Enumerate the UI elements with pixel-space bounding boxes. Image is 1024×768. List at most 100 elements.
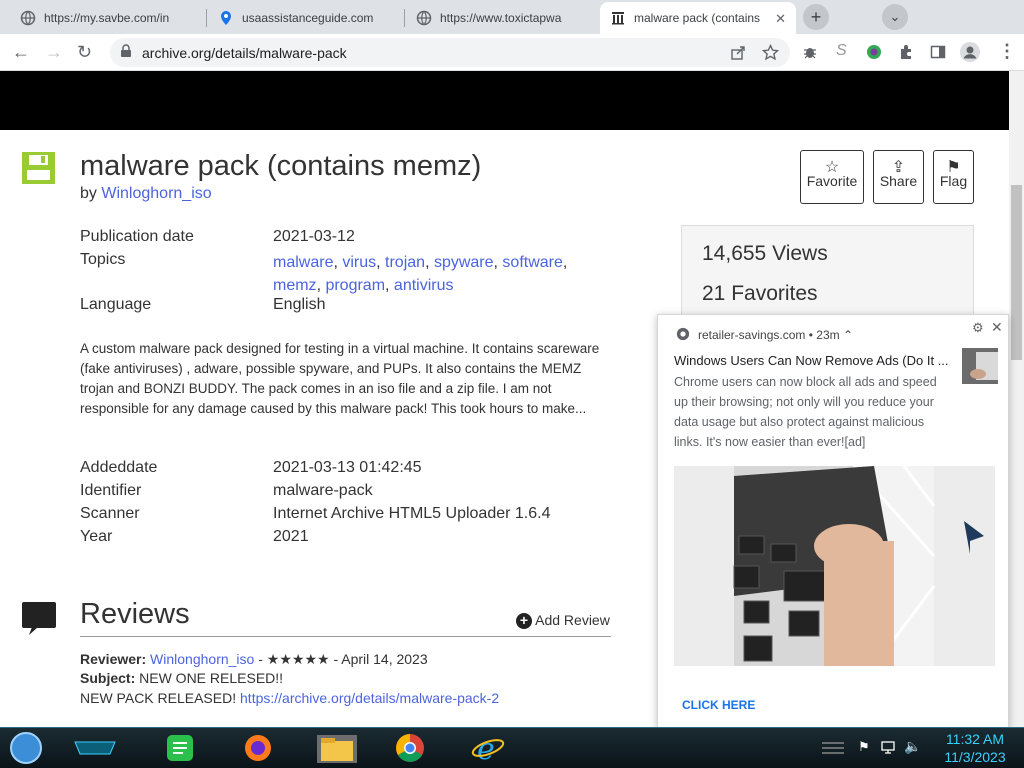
lock-icon [121, 44, 131, 57]
browser-toolbar: ← → ↻ archive.org/details/malware-pack S… [0, 34, 1024, 71]
review-date: - April 14, 2023 [333, 651, 428, 667]
topic-link[interactable]: software [502, 254, 562, 271]
os-taskbar: e ⚑ 🔈 11:32 AM 11/3/2023 [0, 727, 1024, 768]
language-link[interactable]: English [273, 296, 325, 314]
close-icon[interactable]: ✕ [991, 319, 1003, 336]
forward-arrow-icon[interactable]: → [45, 42, 63, 63]
notes-app-icon[interactable] [162, 731, 198, 765]
author-link[interactable]: Winloghorn_iso [101, 185, 211, 202]
language-label: Language [80, 296, 152, 313]
reviews-divider [80, 636, 611, 637]
topic-link[interactable]: spyware [434, 254, 494, 271]
file-explorer-icon[interactable] [315, 731, 359, 765]
push-notification[interactable]: retailer-savings.com • 23m ⌃ ⚙ ✕ Windows… [657, 314, 1009, 728]
identifier-label: Identifier [80, 482, 142, 499]
topic-link[interactable]: trojan [385, 254, 425, 271]
svg-text:e: e [477, 732, 495, 765]
network-icon[interactable] [880, 739, 896, 755]
bug-extension-icon[interactable] [802, 44, 818, 60]
identifier-value: malware-pack [273, 482, 373, 499]
tab-strip: https://my.savbe.com/in usaassistancegui… [0, 0, 1024, 34]
topic-link[interactable]: memz [273, 277, 317, 294]
internet-explorer-icon[interactable]: e [470, 731, 506, 765]
tab-title: malware pack (contains m [634, 11, 764, 25]
review-link[interactable]: https://archive.org/details/malware-pack… [240, 690, 499, 706]
review-subject: NEW ONE RELESED!! [139, 670, 284, 686]
notification-image [674, 466, 995, 666]
menu-dots-icon[interactable]: ⋮ [998, 41, 1016, 61]
side-panel-icon[interactable] [930, 44, 946, 60]
archive-icon [612, 12, 624, 25]
topic-link[interactable]: malware [273, 254, 333, 271]
puzzle-extensions-icon[interactable] [898, 44, 914, 60]
green-globe-extension-icon[interactable] [866, 44, 882, 60]
reload-icon[interactable]: ↻ [77, 42, 92, 63]
reviewer-label: Reviewer: [80, 651, 147, 667]
tab-3[interactable]: https://www.toxictapwa [406, 2, 602, 34]
scrollbar-track[interactable] [1009, 71, 1024, 727]
s-extension-icon[interactable]: S [836, 42, 852, 59]
tab-title: usaassistanceguide.com [242, 11, 374, 25]
tab-divider [206, 9, 207, 27]
by-prefix: by [80, 185, 97, 202]
review-body: NEW PACK RELEASED! https://archive.org/d… [80, 690, 499, 706]
reviews-speech-bubble-icon [22, 602, 56, 635]
pubdate-link[interactable]: 2021-03-12 [273, 228, 355, 246]
gear-icon[interactable]: ⚙ [972, 320, 984, 336]
byline: by Winloghorn_iso [80, 185, 212, 203]
favorite-button[interactable]: ☆ Favorite [800, 150, 864, 204]
add-review-label: Add Review [535, 612, 610, 628]
volume-icon[interactable]: 🔈 [904, 738, 921, 755]
tab-divider [404, 9, 405, 27]
flag-label: Flag [939, 173, 968, 189]
favorite-label: Favorite [806, 173, 858, 189]
year-link[interactable]: 2021 [273, 528, 309, 546]
favorites-count: 21 Favorites [702, 282, 818, 305]
tab-search-chevron-icon[interactable]: ⌄ [882, 4, 908, 30]
click-here-button[interactable]: CLICK HERE [682, 698, 755, 712]
year-label: Year [80, 528, 113, 545]
clock-date: 11/3/2023 [944, 749, 1006, 765]
share-button[interactable]: ⇪ Share [873, 150, 924, 204]
bookmark-star-icon[interactable] [762, 44, 779, 61]
chrome-icon[interactable] [392, 731, 428, 765]
globe-icon [416, 10, 432, 26]
new-tab-button[interactable]: + [803, 4, 829, 30]
taskbar-lines-icon [822, 742, 844, 754]
system-clock[interactable]: 11:32 AM 11/3/2023 [932, 730, 1018, 766]
plus-circle-icon: + [516, 613, 532, 629]
start-orb-icon[interactable] [8, 731, 44, 765]
review-reviewer-line: Reviewer: Winlonghorn_iso - ★★★★★ - Apri… [80, 651, 428, 667]
notification-age: 23m [816, 328, 840, 342]
topics-label: Topics [80, 251, 126, 268]
topic-link[interactable]: program [325, 277, 385, 294]
flag-button[interactable]: ⚑ Flag [933, 150, 974, 204]
close-tab-icon[interactable]: ✕ [775, 11, 786, 27]
review-stars: ★★★★★ [266, 651, 330, 667]
add-review-button[interactable]: + Add Review [516, 612, 610, 629]
tab-title: https://my.savbe.com/in [44, 11, 170, 25]
firefox-icon[interactable] [240, 731, 276, 765]
topic-link[interactable]: virus [342, 254, 376, 271]
review-body-text: NEW PACK RELEASED! [80, 690, 237, 706]
back-arrow-icon[interactable]: ← [12, 42, 30, 63]
tab-1[interactable]: https://my.savbe.com/in [10, 2, 206, 34]
action-center-flag-icon[interactable]: ⚑ [858, 739, 870, 755]
reviews-heading: Reviews [80, 598, 190, 630]
address-bar[interactable]: archive.org/details/malware-pack [110, 38, 790, 67]
topic-link[interactable]: antivirus [394, 277, 454, 294]
topics-list: malware, virus, trojan, spyware, softwar… [273, 254, 568, 294]
notification-source-line: retailer-savings.com • 23m ⌃ [698, 328, 854, 342]
archive-header-bar [0, 71, 1009, 130]
share-icon: ⇪ [891, 159, 906, 176]
tab-2[interactable]: usaassistanceguide.com [208, 2, 404, 34]
profile-avatar-icon[interactable] [960, 42, 980, 62]
url-text: archive.org/details/malware-pack [142, 45, 347, 61]
chevron-up-icon[interactable]: ⌃ [843, 328, 853, 342]
tab-4-active[interactable]: malware pack (contains m ✕ [600, 2, 796, 34]
share-page-icon[interactable] [730, 45, 746, 61]
scrollbar-thumb[interactable] [1011, 185, 1022, 360]
pubdate-label: Publication date [80, 228, 194, 245]
addeddate-value: 2021-03-13 01:42:45 [273, 459, 422, 476]
reviewer-link[interactable]: Winlonghorn_iso [150, 651, 254, 667]
